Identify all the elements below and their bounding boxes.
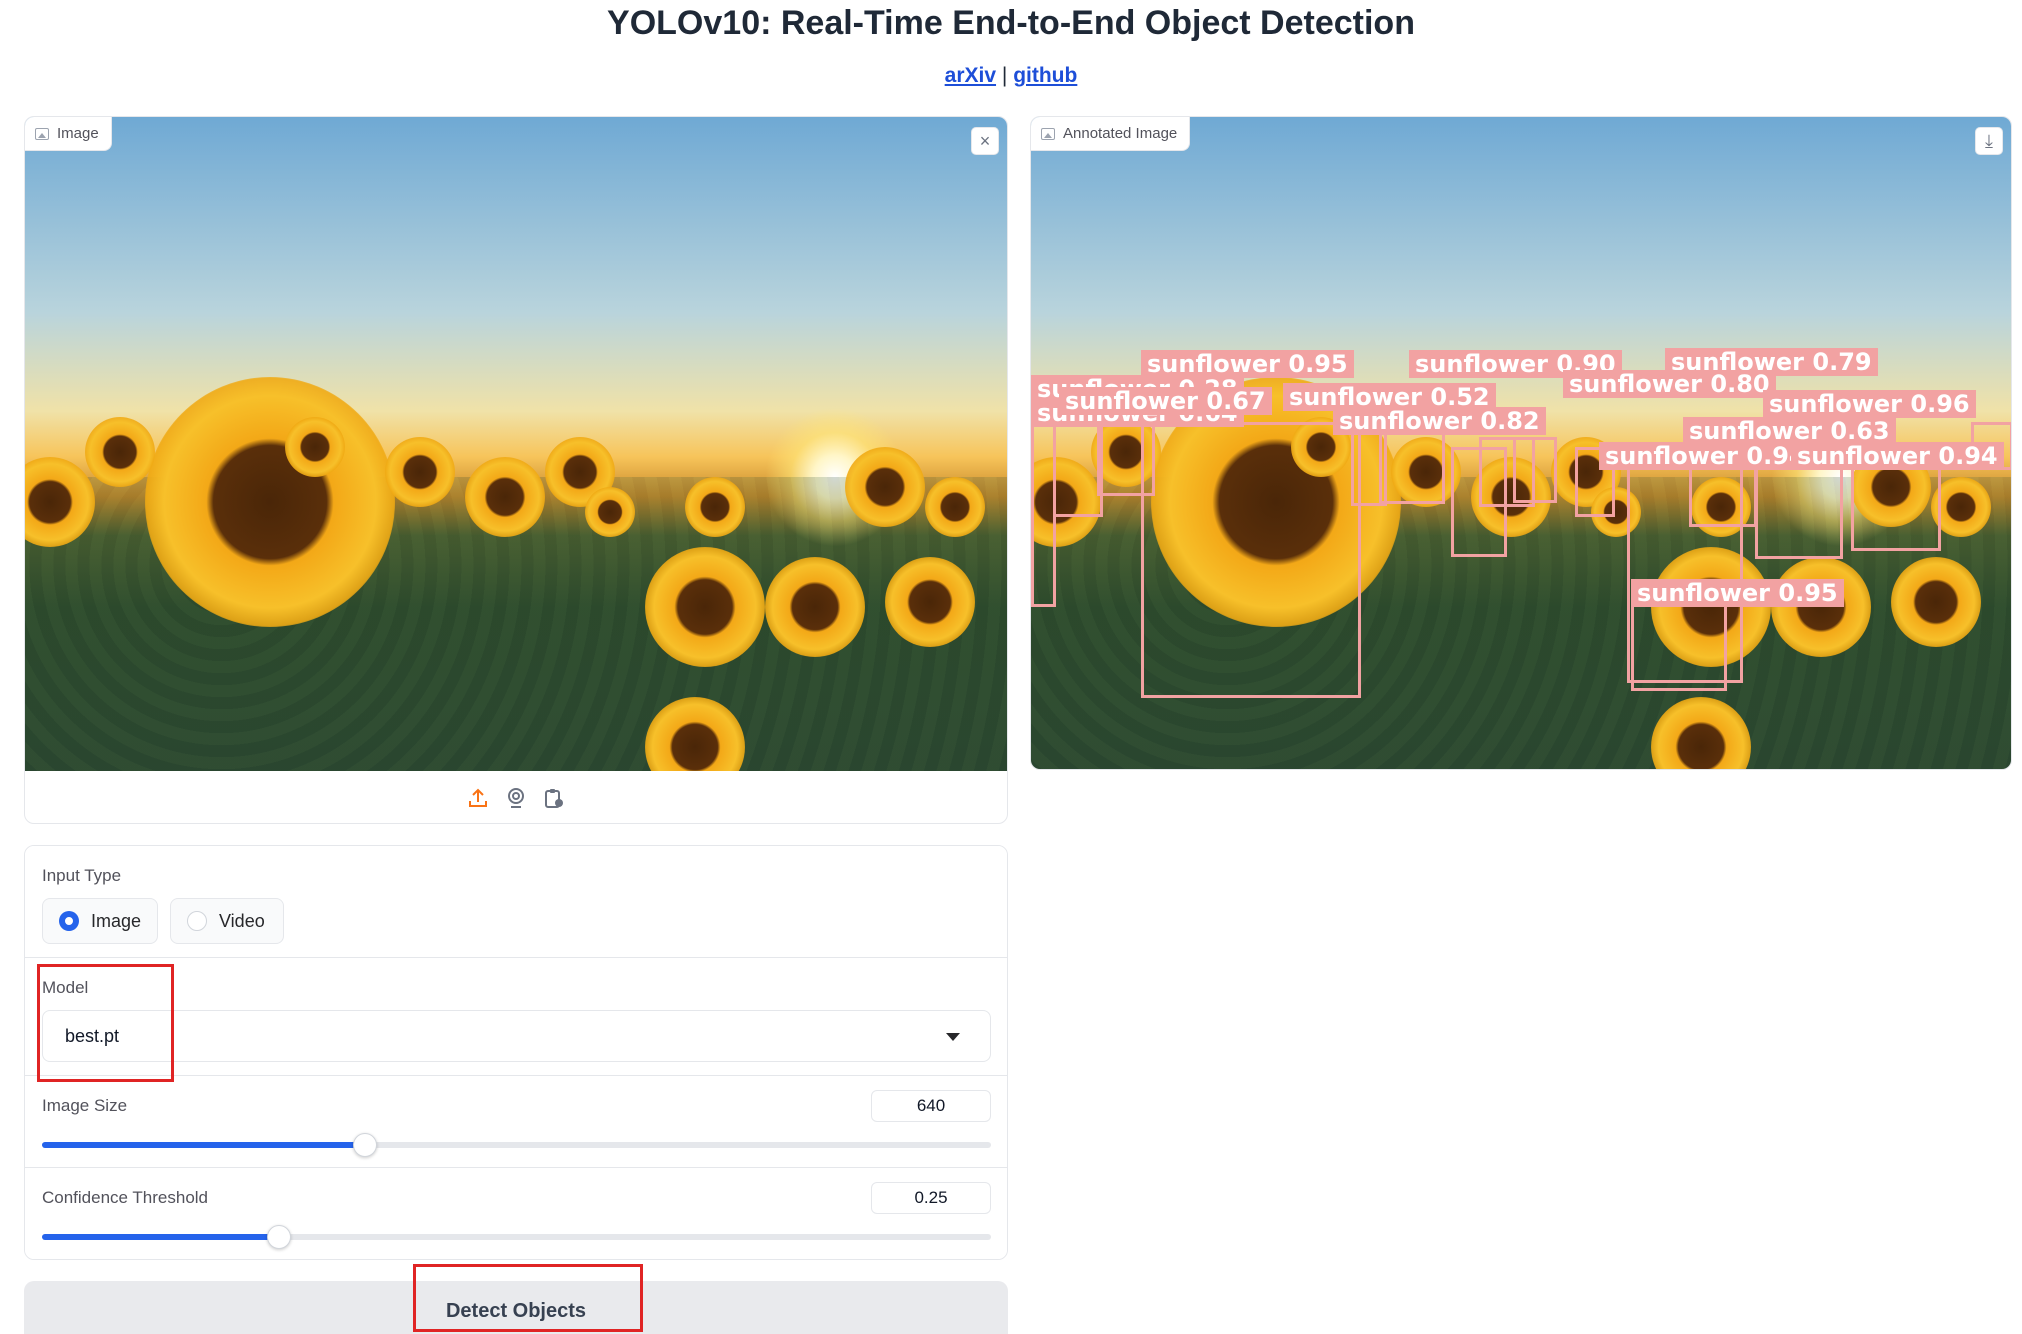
detection-box	[1513, 437, 1557, 503]
chevron-down-icon	[946, 1033, 960, 1041]
image-size-section: Image Size 640	[25, 1076, 1007, 1168]
header-links: arXiv | github	[0, 64, 2022, 88]
radio-image-label: Image	[90, 910, 141, 931]
detection-label: sunflower 0.94	[1599, 442, 1812, 470]
webcam-icon[interactable]	[505, 787, 527, 809]
input-image-panel: Image ×	[24, 116, 1008, 824]
github-link[interactable]: github	[1013, 64, 1077, 87]
annotated-image-label-text: Annotated Image	[1063, 125, 1178, 142]
input-type-section: Input Type Image Video	[25, 846, 1007, 958]
detection-label: sunflower 0.63	[1683, 417, 1896, 445]
radio-selected-icon	[59, 911, 79, 931]
detection-box	[1053, 417, 1103, 517]
image-icon	[35, 127, 49, 140]
input-image	[25, 117, 1007, 771]
detection-box	[1097, 422, 1155, 496]
link-separator: |	[1001, 64, 1008, 87]
image-size-slider[interactable]	[42, 1133, 991, 1157]
confidence-slider-thumb[interactable]	[267, 1225, 292, 1249]
close-icon[interactable]: ×	[971, 127, 999, 155]
image-icon	[1041, 127, 1055, 140]
upload-icon[interactable]	[467, 787, 489, 809]
annotated-image: sunflower 0.28 sunflower 0.64 sunflower …	[1031, 117, 2011, 769]
detection-label: sunflower 0.94	[1791, 442, 2004, 470]
input-image-label: Image	[25, 117, 112, 151]
detect-button-highlight	[413, 1264, 643, 1332]
clipboard-icon[interactable]	[543, 787, 565, 809]
image-size-label: Image Size	[42, 1096, 128, 1115]
detection-label: sunflower 0.95	[1631, 579, 1844, 607]
radio-unselected-icon	[187, 911, 207, 931]
input-type-label: Input Type	[42, 866, 122, 885]
image-size-slider-fill	[42, 1142, 365, 1148]
detection-label: sunflower 0.67	[1059, 387, 1272, 415]
detection-label: sunflower 0.82	[1333, 407, 1546, 435]
radio-video-label: Video	[219, 910, 265, 931]
confidence-label: Confidence Threshold	[42, 1188, 209, 1207]
arxiv-link[interactable]: arXiv	[945, 64, 996, 87]
image-size-slider-thumb[interactable]	[352, 1133, 377, 1157]
model-dropdown[interactable]: best.pt	[42, 1010, 991, 1062]
radio-video[interactable]: Video	[170, 898, 284, 944]
detection-box	[1141, 422, 1361, 698]
annotated-image-panel: Annotated Image ⤓ sunflower 0.95 sunflow…	[1030, 116, 2012, 770]
source-toolbar	[25, 771, 1007, 823]
detection-label: sunflower 0.80	[1563, 370, 1776, 398]
confidence-section: Confidence Threshold 0.25	[25, 1168, 1007, 1259]
detection-label: sunflower 0.95	[1141, 350, 1354, 378]
image-size-input[interactable]: 640	[871, 1090, 991, 1122]
annotated-image-label: Annotated Image	[1031, 117, 1191, 151]
detection-label: sunflower 0.96	[1763, 390, 1976, 418]
page-title: YOLOv10: Real-Time End-to-End Object Det…	[607, 4, 1415, 42]
detection-box	[1631, 601, 1727, 691]
download-icon[interactable]: ⤓	[1975, 127, 2003, 155]
input-image-label-text: Image	[57, 125, 99, 142]
radio-image[interactable]: Image	[42, 898, 158, 944]
confidence-input[interactable]: 0.25	[871, 1182, 991, 1214]
model-highlight	[37, 964, 174, 1082]
confidence-slider[interactable]	[42, 1225, 991, 1249]
confidence-slider-fill	[42, 1234, 280, 1240]
